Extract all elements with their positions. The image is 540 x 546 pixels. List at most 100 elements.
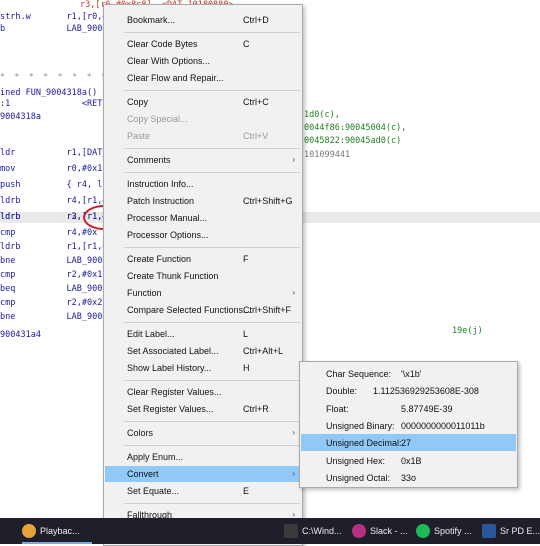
menu-item-compare-selected-functions[interactable]: Compare Selected Functions... Ctrl+Shift+…: [105, 302, 301, 318]
menu-item-label: Create Thunk Function: [127, 271, 219, 281]
code-line[interactable]: cmp r4,#0x: [0, 228, 97, 238]
convert-label: Unsigned Hex:: [326, 455, 386, 466]
menu-item-convert[interactable]: Convert ›: [105, 466, 301, 482]
menu-item-instruction-info[interactable]: Instruction Info...: [105, 176, 301, 192]
convert-label: Unsigned Decimal:: [326, 438, 402, 449]
code-line[interactable]: mov r0,#0x1: [0, 164, 102, 174]
menu-item-create-thunk-function[interactable]: Create Thunk Function: [105, 268, 301, 284]
menu-item-shortcut: Ctrl+C: [243, 97, 269, 107]
code-line[interactable]: cmp r2,#0x2: [0, 298, 102, 308]
menu-item-clear-with-options[interactable]: Clear With Options...: [105, 53, 301, 69]
menu-item-comments[interactable]: Comments ›: [105, 152, 301, 168]
menu-separator: [124, 148, 300, 149]
convert-unsigned-binary[interactable]: Unsigned Binary: 0000000000011011b: [301, 417, 516, 434]
xref-line[interactable]: 19e(j): [452, 326, 483, 336]
convert-unsigned-octal[interactable]: Unsigned Octal: 33o: [301, 469, 516, 486]
convert-label: Unsigned Octal:: [326, 472, 391, 483]
menu-item-copy[interactable]: Copy Ctrl+C: [105, 94, 301, 110]
xref-line[interactable]: 101099441: [304, 150, 350, 160]
code-line[interactable]: 900431a4: [0, 330, 41, 340]
menu-separator: [124, 247, 300, 248]
menu-item-label: Patch Instruction: [127, 196, 195, 206]
menu-item-processor-options[interactable]: Processor Options...: [105, 227, 301, 243]
code-line[interactable]: ldrb r4,[r1,#2: [0, 196, 113, 206]
code-line[interactable]: push { r4, lr: [0, 180, 107, 190]
menu-item-label: Copy: [127, 97, 149, 107]
menu-item-function[interactable]: Function ›: [105, 285, 301, 301]
convert-submenu: Char Sequence: '\x1b' Double: 1.11253692925…: [299, 361, 518, 488]
convert-label: Unsigned Binary:: [326, 420, 395, 431]
menu-item-shortcut: Ctrl+V: [243, 131, 269, 141]
terminal-icon: [284, 524, 298, 538]
menu-item-set-associated-label[interactable]: Set Associated Label... Ctrl+Alt+L: [105, 343, 301, 359]
taskbar-word[interactable]: Sr PD E...: [482, 518, 540, 544]
menu-separator: [124, 90, 300, 91]
menu-item-label: Compare Selected Functions...: [127, 305, 251, 315]
menu-item-processor-manual[interactable]: Processor Manual...: [105, 210, 301, 226]
menu-item-copy-special[interactable]: Copy Special...: [105, 111, 301, 127]
menu-item-create-function[interactable]: Create Function F: [105, 251, 301, 267]
menu-item-clear-register-values[interactable]: Clear Register Values...: [105, 384, 301, 400]
taskbar: Playbac... C:\Wind... Slack - ... Spotify .…: [0, 518, 540, 544]
code-line[interactable]: ldr r1,[DAT_9: [0, 148, 113, 158]
code-line[interactable]: beq LAB_90043: [0, 284, 113, 294]
code-line[interactable]: b LAB_90042: [0, 24, 113, 34]
menu-separator: [124, 421, 300, 422]
code-line[interactable]: 9004318a: [0, 112, 41, 122]
menu-item-label: Edit Label...: [127, 329, 175, 339]
convert-value: 0000000000011011b: [401, 420, 485, 431]
code-line[interactable]: strh.w r1,[r0,#0x: [0, 12, 118, 22]
code-line[interactable]: bne LAB_90043: [0, 256, 113, 266]
chevron-right-icon: ›: [292, 428, 295, 437]
taskbar-chrome-playback[interactable]: Playbac...: [22, 518, 92, 544]
convert-char-sequence[interactable]: Char Sequence: '\x1b': [301, 365, 516, 382]
code-line[interactable]: ined FUN_9004318a(): [0, 88, 97, 98]
menu-separator: [124, 32, 300, 33]
taskbar-slack[interactable]: Slack - ...: [352, 518, 412, 544]
convert-value: 5.87749E-39: [401, 403, 453, 414]
menu-item-label: Clear Flow and Repair...: [127, 73, 224, 83]
menu-item-shortcut: H: [243, 363, 250, 373]
taskbar-label: C:\Wind...: [302, 526, 342, 536]
menu-separator: [124, 380, 300, 381]
xref-line[interactable]: 0044f86:90045004(c),: [304, 123, 406, 133]
convert-value: 33o: [401, 472, 417, 483]
menu-item-label: Comments: [127, 155, 171, 165]
code-line[interactable]: cmp r2,#0x1: [0, 270, 102, 280]
menu-item-colors[interactable]: Colors ›: [105, 425, 301, 441]
convert-double[interactable]: Double: 1.112536929253608E-308: [301, 382, 516, 399]
menu-item-apply-enum[interactable]: Apply Enum...: [105, 449, 301, 465]
menu-item-label: Processor Manual...: [127, 213, 208, 223]
menu-item-label: Show Label History...: [127, 363, 212, 373]
menu-item-set-equate[interactable]: Set Equate... E: [105, 483, 301, 499]
code-line[interactable]: bne LAB_90043: [0, 312, 113, 322]
code-line[interactable]: ldrb r1,[r1,#0: [0, 242, 113, 252]
convert-unsigned-hex[interactable]: Unsigned Hex: 0x1B: [301, 452, 516, 469]
menu-item-show-label-history[interactable]: Show Label History... H: [105, 360, 301, 376]
xref-line[interactable]: 1d0(c),: [304, 110, 340, 120]
xref-line[interactable]: 0045822:90045ad0(c): [304, 136, 401, 146]
convert-label: Double:: [326, 386, 358, 397]
convert-value: '\x1b': [401, 369, 422, 379]
menu-item-edit-label[interactable]: Edit Label... L: [105, 326, 301, 342]
convert-unsigned-decimal[interactable]: Unsigned Decimal: 27: [301, 434, 516, 452]
convert-float[interactable]: Float: 5.87749E-39: [301, 400, 516, 417]
menu-item-shortcut: Ctrl+Shift+F: [243, 305, 292, 315]
menu-separator: [124, 503, 300, 504]
context-menu: Bookmark... Ctrl+D Clear Code Bytes C Clear …: [103, 4, 303, 546]
menu-item-label: Set Associated Label...: [127, 346, 219, 356]
menu-item-paste[interactable]: Paste Ctrl+V: [105, 128, 301, 144]
spotify-icon: [416, 524, 430, 538]
menu-item-label: Create Function: [127, 254, 192, 264]
menu-item-clear-code-bytes[interactable]: Clear Code Bytes C: [105, 36, 301, 52]
convert-label: Float:: [326, 403, 349, 414]
menu-item-clear-flow-and-repair[interactable]: Clear Flow and Repair...: [105, 70, 301, 86]
taskbar-spotify[interactable]: Spotify ...: [416, 518, 476, 544]
convert-value: 27: [401, 438, 412, 449]
taskbar-cmd-windows[interactable]: C:\Wind...: [284, 518, 344, 544]
chrome-icon: [22, 524, 36, 538]
menu-item-label: Paste: [127, 131, 151, 141]
menu-item-set-register-values[interactable]: Set Register Values... Ctrl+R: [105, 401, 301, 417]
menu-item-patch-instruction[interactable]: Patch Instruction Ctrl+Shift+G: [105, 193, 301, 209]
menu-item-bookmark[interactable]: Bookmark... Ctrl+D: [105, 12, 301, 28]
